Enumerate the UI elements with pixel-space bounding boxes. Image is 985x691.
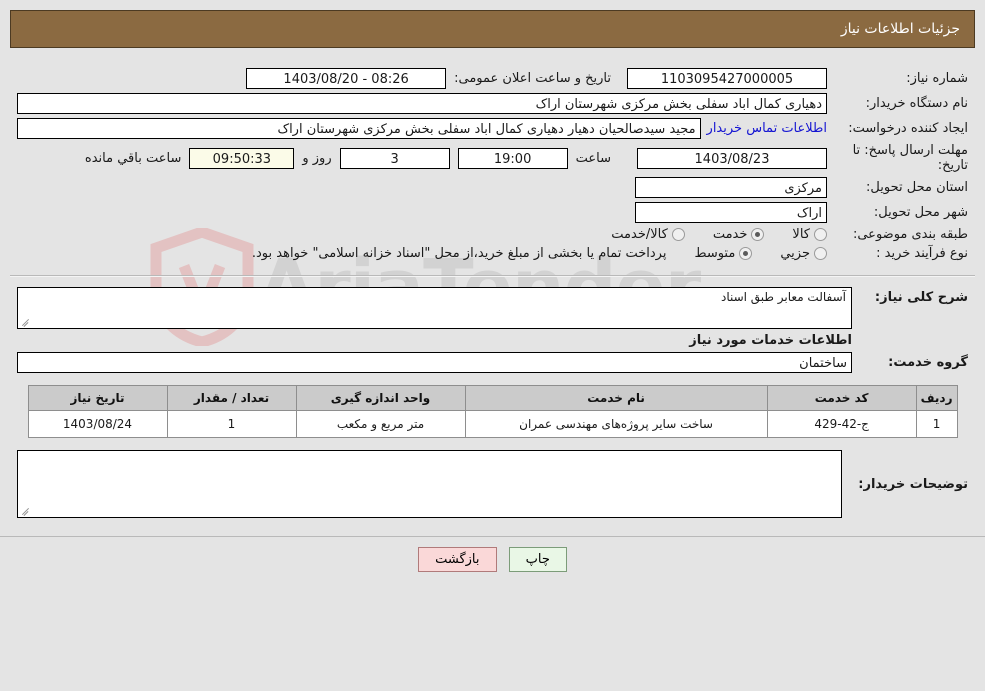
form-row-services-heading: اطلاعات خدمات مورد نیاز xyxy=(14,331,971,350)
form-row-process: نوع فرآیند خرید : جزیي متوسط پرداخت تمام… xyxy=(14,244,971,263)
category-option-kala[interactable]: کالا xyxy=(792,227,827,242)
form-row-general-desc: شرح کلی نیاز: آسفالت معابر طبق اسناد xyxy=(14,285,971,331)
category-option-kala-khedmat[interactable]: کالا/خدمت xyxy=(611,227,685,242)
page-header-bar: جزئیات اطلاعات نیاز xyxy=(10,10,975,48)
general-desc-label: شرح کلی نیاز: xyxy=(874,290,968,305)
resize-grip-icon[interactable] xyxy=(21,316,31,327)
general-desc-value: آسفالت معابر طبق اسناد xyxy=(720,290,846,304)
general-desc-textarea[interactable]: آسفالت معابر طبق اسناد xyxy=(17,287,852,329)
col-header-unit: واحد اندازه گیری xyxy=(295,385,466,411)
need-number-value: 1103095427000005 xyxy=(627,68,827,89)
category-label: طبقه بندی موضوعی: xyxy=(852,227,968,242)
province-label: استان محل تحویل: xyxy=(866,180,968,195)
province-value: مرکزی xyxy=(635,177,827,198)
remaining-word: ساعت باقي مانده xyxy=(84,150,182,166)
form-row-service-group: گروه خدمت: ساختمان xyxy=(14,350,971,375)
service-group-label: گروه خدمت: xyxy=(888,355,968,370)
need-info-form: شماره نیاز: 1103095427000005 تاریخ و ساع… xyxy=(14,66,971,263)
category-option-khedmat[interactable]: خدمت xyxy=(713,227,765,242)
description-form: شرح کلی نیاز: آسفالت معابر طبق اسناد اطل… xyxy=(14,285,971,375)
buyer-notes-form: توضیحات خریدار: xyxy=(14,448,971,520)
cell-quantity: 1 xyxy=(166,410,297,438)
cell-code: ج-42-429 xyxy=(766,410,917,438)
col-header-need-date: تاریخ نیاز xyxy=(27,385,168,411)
radio-icon[interactable] xyxy=(814,228,827,241)
buyer-notes-label: توضیحات خریدار: xyxy=(858,476,968,492)
deadline-date-value: 1403/08/23 xyxy=(637,147,827,169)
hour-label: ساعت xyxy=(575,150,611,166)
public-announce-value: 1403/08/20 - 08:26 xyxy=(246,68,447,89)
service-group-value: ساختمان xyxy=(17,352,852,373)
form-row-category: طبقه بندی موضوعی: کالا خدمت کالا/خدمت xyxy=(14,225,971,244)
need-info-panel: شماره نیاز: 1103095427000005 تاریخ و ساع… xyxy=(0,58,985,269)
form-row-deadline: مهلت ارسال پاسخ: تا تاریخ: 1403/08/23 سا… xyxy=(14,141,971,175)
form-row-buyer-org: نام دستگاه خریدار: دهیاری کمال اباد سفلی… xyxy=(14,91,971,116)
buyer-org-label: نام دستگاه خریدار: xyxy=(865,96,968,111)
creator-label: ایجاد کننده درخواست: xyxy=(848,121,968,136)
deadline-label: مهلت ارسال پاسخ: تا تاریخ: xyxy=(852,143,968,173)
buyer-org-value: دهیاری کمال اباد سفلی بخش مرکزی شهرستان … xyxy=(17,93,827,114)
radio-icon[interactable] xyxy=(739,247,753,260)
buyer-notes-textarea[interactable] xyxy=(17,450,842,518)
cell-unit: متر مربع و مکعب xyxy=(295,410,466,438)
process-label: نوع فرآیند خرید : xyxy=(876,246,968,261)
need-number-label: شماره نیاز: xyxy=(906,71,968,86)
form-row-buyer-notes: توضیحات خریدار: xyxy=(14,448,971,520)
form-row-city: شهر محل تحویل: اراک xyxy=(14,200,971,225)
services-heading: اطلاعات خدمات مورد نیاز xyxy=(689,333,852,348)
col-header-row: ردیف xyxy=(915,385,958,411)
radio-icon[interactable] xyxy=(751,228,765,241)
cell-name: ساخت سایر پروژه‌های مهندسی عمران xyxy=(464,410,768,438)
table-row: 1 ج-42-429 ساخت سایر پروژه‌های مهندسی عم… xyxy=(27,410,958,438)
category-option-label: کالا/خدمت xyxy=(611,227,668,242)
col-header-name: نام خدمت xyxy=(464,385,768,411)
process-radio-group: جزیي متوسط پرداخت تمام یا بخشی از مبلغ خ… xyxy=(17,246,827,261)
resize-grip-icon[interactable] xyxy=(21,505,31,516)
city-value: اراک xyxy=(635,202,827,223)
col-header-code: کد خدمت xyxy=(766,385,917,411)
cell-need-date: 1403/08/24 xyxy=(27,410,168,438)
process-option-jozyi[interactable]: جزیي xyxy=(780,246,827,261)
radio-icon[interactable] xyxy=(671,228,685,241)
days-word: روز و xyxy=(302,150,332,166)
days-remaining-value: 3 xyxy=(339,147,450,169)
page-title: جزئیات اطلاعات نیاز xyxy=(840,21,960,37)
buyer-notes-panel: توضیحات خریدار: xyxy=(0,438,985,526)
category-radio-group: کالا خدمت کالا/خدمت xyxy=(17,227,827,242)
cell-row: 1 xyxy=(915,410,958,438)
table-header-row: ردیف کد خدمت نام خدمت واحد اندازه گیری ت… xyxy=(27,385,958,411)
public-announce-label: تاریخ و ساعت اعلان عمومی: xyxy=(454,71,611,86)
process-option-motavaset[interactable]: متوسط xyxy=(694,246,753,261)
print-button[interactable]: چاپ xyxy=(508,547,567,572)
hour-value: 19:00 xyxy=(457,147,568,169)
services-table: ردیف کد خدمت نام خدمت واحد اندازه گیری ت… xyxy=(27,385,958,438)
creator-value: مجید سیدصالحیان دهیار دهیاری کمال اباد س… xyxy=(17,118,701,139)
form-row-province: استان محل تحویل: مرکزی xyxy=(14,175,971,200)
page-content: شماره نیاز: 1103095427000005 تاریخ و ساع… xyxy=(0,58,985,572)
process-option-label: جزیي xyxy=(780,246,810,261)
divider-top xyxy=(10,275,975,277)
form-row-need-number: شماره نیاز: 1103095427000005 تاریخ و ساع… xyxy=(14,66,971,91)
process-note: پرداخت تمام یا بخشی از مبلغ خرید،از محل … xyxy=(251,246,667,261)
col-header-quantity: تعداد / مقدار xyxy=(166,385,297,411)
back-button[interactable]: بازگشت xyxy=(418,547,497,572)
form-row-creator: ایجاد کننده درخواست: مجید سیدصالحیان دهی… xyxy=(14,116,971,141)
footer-actions: چاپ بازگشت xyxy=(0,536,985,572)
category-option-label: کالا xyxy=(792,227,810,242)
category-option-label: خدمت xyxy=(712,227,748,242)
process-option-label: متوسط xyxy=(694,246,736,261)
time-remaining-value: 09:50:33 xyxy=(189,147,295,169)
radio-icon[interactable] xyxy=(814,247,827,260)
description-panel: شرح کلی نیاز: آسفالت معابر طبق اسناد اطل… xyxy=(0,285,985,381)
buyer-contact-link[interactable]: اطلاعات تماس خریدار xyxy=(707,121,827,136)
city-label: شهر محل تحویل: xyxy=(873,205,968,220)
